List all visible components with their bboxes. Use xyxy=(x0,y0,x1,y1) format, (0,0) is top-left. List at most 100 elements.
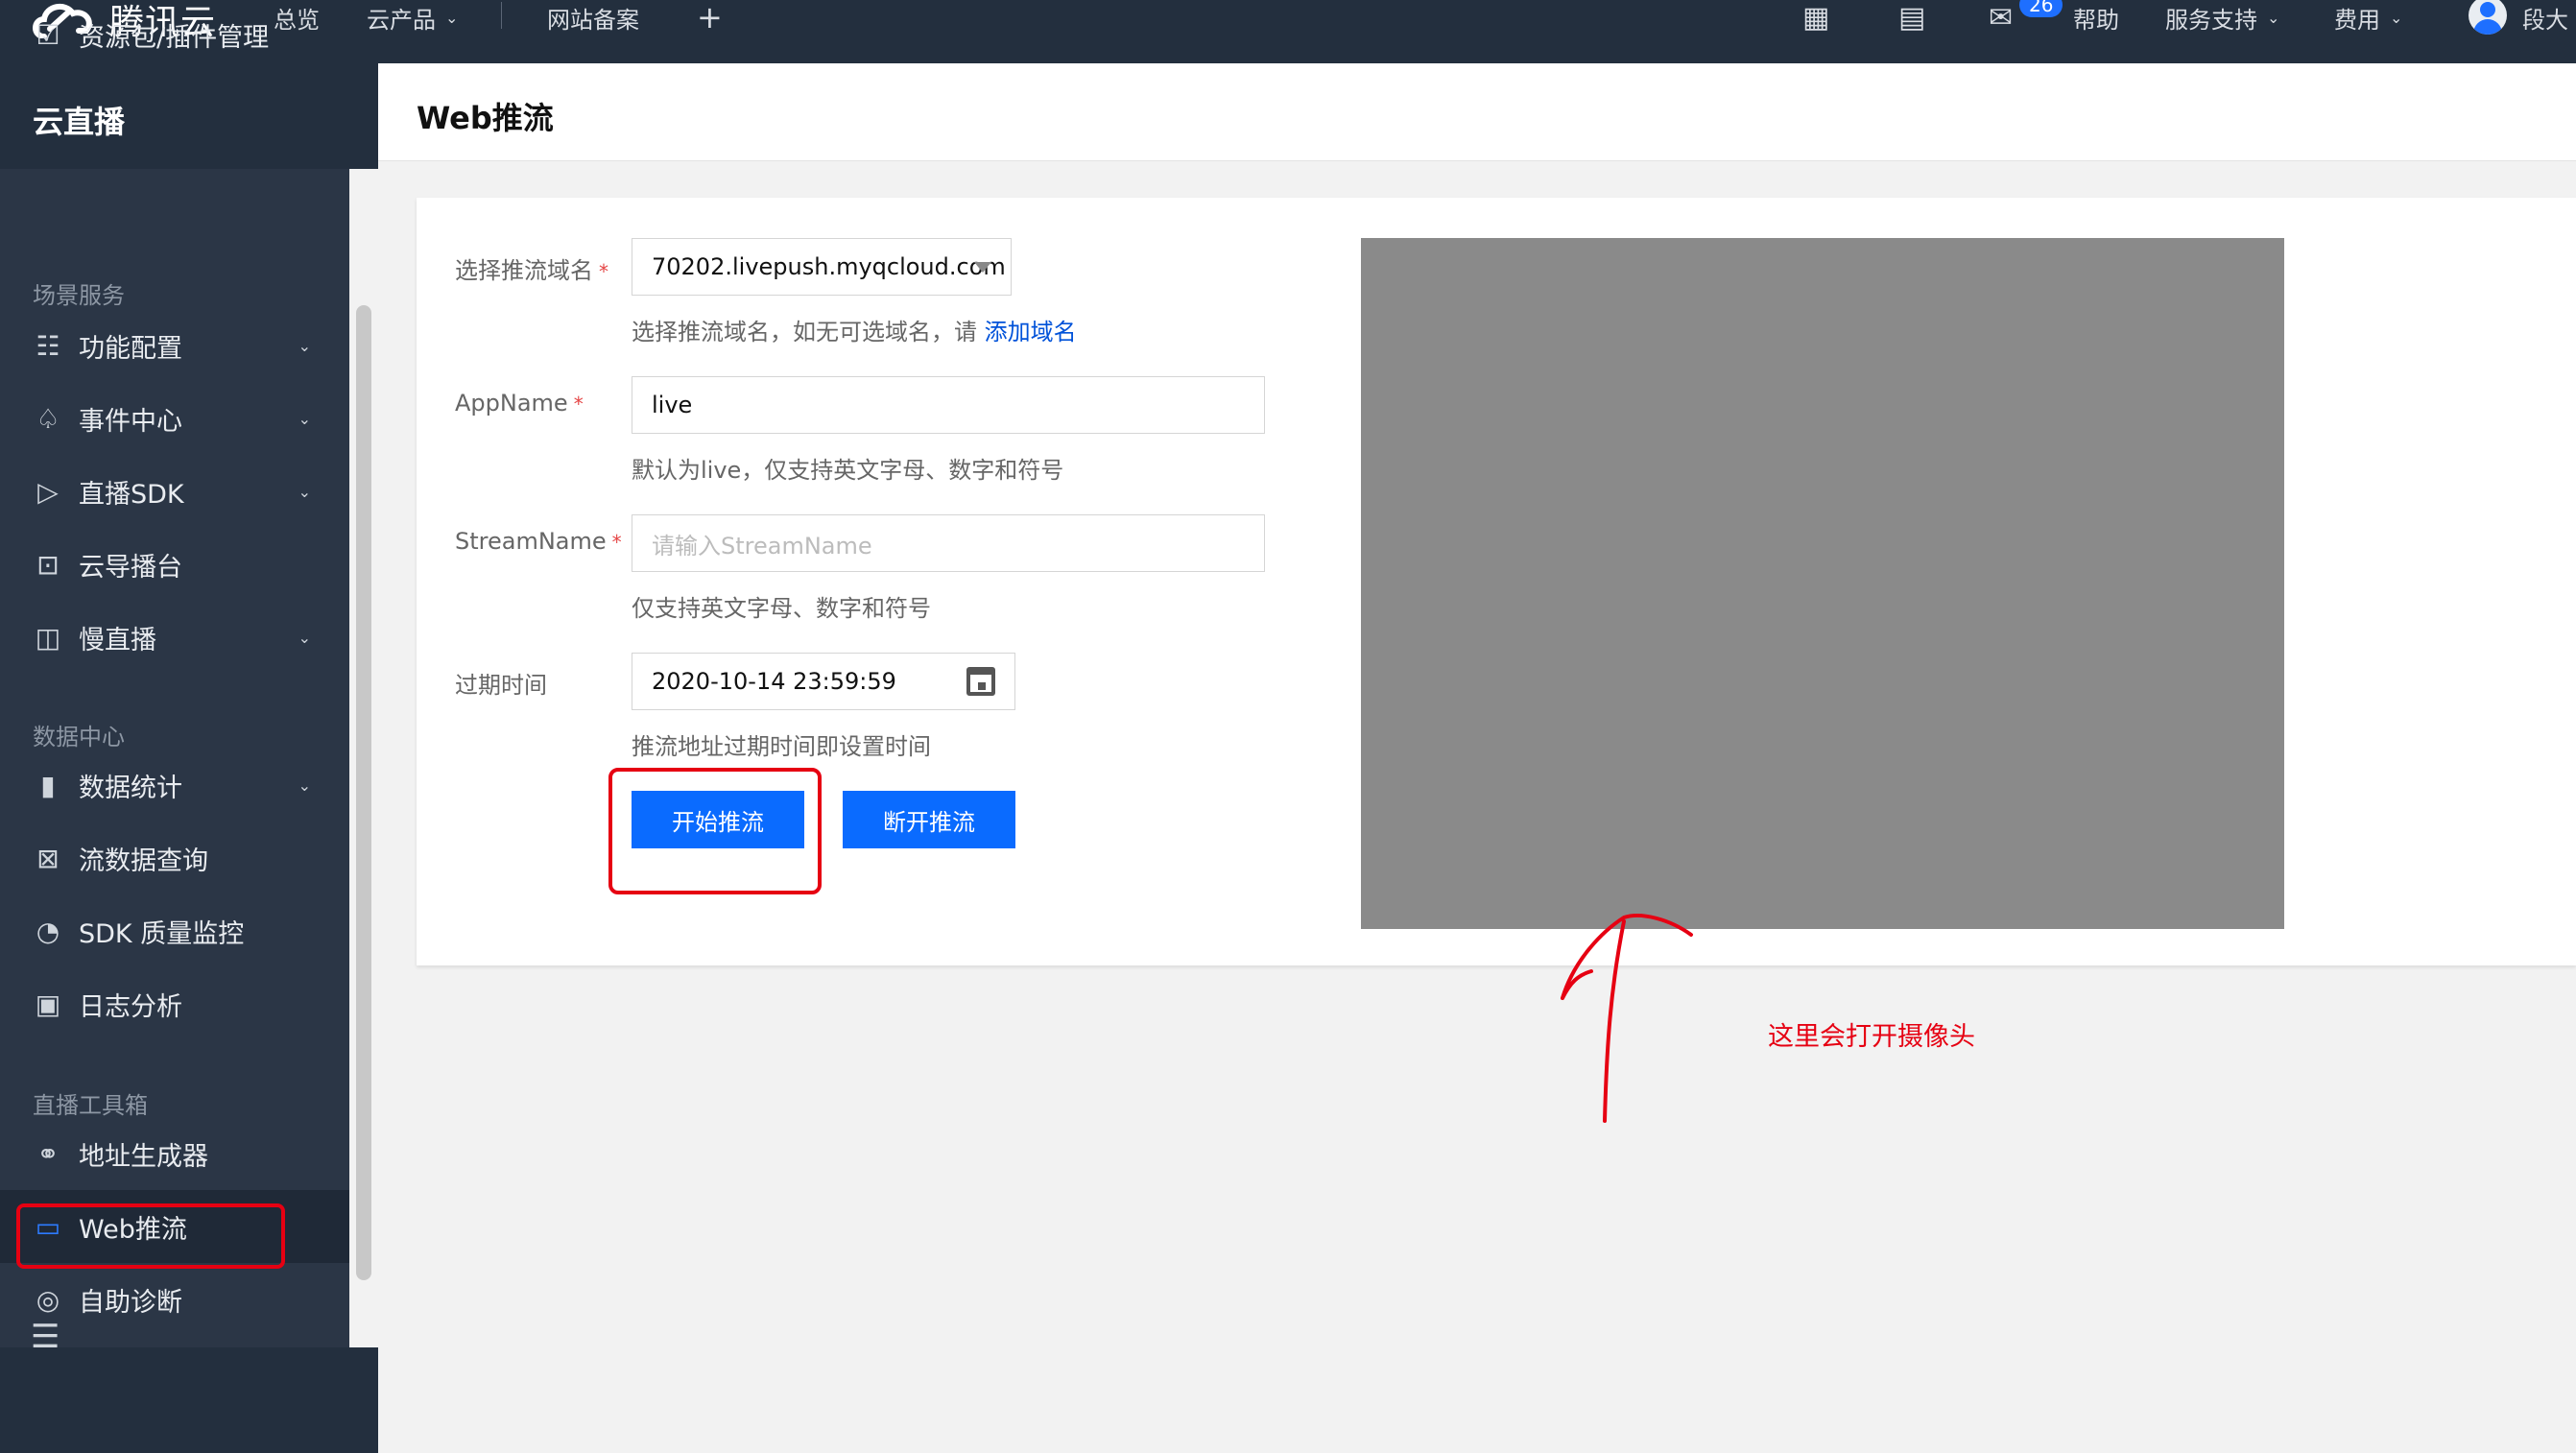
nav-products[interactable]: 云产品 ⌄ xyxy=(367,0,458,35)
gauge-icon: ◔ xyxy=(36,915,60,947)
sidebar-item-label: 功能配置 xyxy=(79,333,182,364)
domain-hint: 选择推流域名，如无可选域名，请 添加域名 xyxy=(632,313,1077,346)
avatar[interactable] xyxy=(2469,0,2507,35)
caret-down-icon xyxy=(974,262,991,273)
highlight-web-push xyxy=(16,1203,285,1269)
sidebar-item-stream-query[interactable]: ⊠ 流数据查询 xyxy=(0,822,349,894)
sidebar-item-label: 事件中心 xyxy=(79,406,182,437)
user-name: 段大 xyxy=(2522,6,2568,34)
line-chart-icon: ⊠ xyxy=(36,842,60,874)
plus-icon: + xyxy=(697,0,723,36)
page-title: Web推流 xyxy=(417,100,554,136)
camera-preview xyxy=(1361,238,2284,929)
appname-input[interactable]: live xyxy=(632,376,1265,434)
sidebar-item-logs[interactable]: ▣ 日志分析 xyxy=(0,967,349,1040)
chevron-down-icon: ⌄ xyxy=(298,336,311,355)
stop-push-button[interactable]: 断开推流 xyxy=(843,791,1015,848)
streamname-placeholder: 请输入StreamName xyxy=(652,532,872,560)
sidebar-item-slow-live[interactable]: ◫ 慢直播 ⌄ xyxy=(0,601,349,674)
link-icon: ⚭ xyxy=(36,1137,60,1170)
sidebar-item-label: 日志分析 xyxy=(79,991,182,1022)
chevron-down-icon: ⌄ xyxy=(298,775,311,795)
top-bar: 腾讯云 总览 云产品 ⌄ 网站备案 + ▦ ▤ ✉ 26 帮助 服务支持 ⌄ 费用 ⌄… xyxy=(0,0,2576,63)
sidebar-scroll-thumb[interactable] xyxy=(356,305,371,1280)
mail-badge: 26 xyxy=(2019,0,2063,17)
sidebar-item-stats[interactable]: ▮ 数据统计 ⌄ xyxy=(0,749,349,822)
annotation-text: 这里会打开摄像头 xyxy=(1768,1022,1975,1052)
domain-label: 选择推流域名 * xyxy=(455,251,608,285)
calendar-icon: ▣ xyxy=(35,988,61,1020)
nav-products-label: 云产品 xyxy=(367,6,436,34)
qrcode-icon[interactable]: ▦ xyxy=(1802,0,1829,35)
sidebar-item-url-generator[interactable]: ⚭ 地址生成器 xyxy=(0,1117,349,1190)
document-icon[interactable]: ▤ xyxy=(1898,0,1925,35)
sidebar-item-label: 云导播台 xyxy=(79,552,182,583)
nav-icp[interactable]: 网站备案 xyxy=(547,0,639,35)
streamname-label: StreamName * xyxy=(455,528,622,555)
nav-icp-label: 网站备案 xyxy=(547,6,639,34)
chevron-down-icon: ⌄ xyxy=(2390,8,2403,27)
sidebar-group-toolbox: 直播工具箱 xyxy=(33,1092,148,1119)
sidebar-group-scenario: 场景服务 xyxy=(33,282,125,309)
nav-user[interactable]: 段大 xyxy=(2522,0,2568,35)
domain-label-text: 选择推流域名 xyxy=(455,257,593,284)
required-mark: * xyxy=(599,260,608,283)
add-domain-link[interactable]: 添加域名 xyxy=(985,319,1077,345)
appname-hint: 默认为live，仅支持英文字母、数字和符号 xyxy=(632,457,1064,484)
chevron-down-icon: ⌄ xyxy=(298,409,311,428)
play-icon: ▷ xyxy=(37,475,59,508)
camera-icon: ◫ xyxy=(35,621,61,654)
streamname-label-text: StreamName xyxy=(455,528,607,555)
sidebar-item-director[interactable]: ⊡ 云导播台 xyxy=(0,528,349,601)
sidebar-item-label: 数据统计 xyxy=(79,773,182,803)
annotation-arrow-icon xyxy=(1561,914,1693,1123)
mail-icon[interactable]: ✉ xyxy=(1989,0,2013,35)
expire-datepicker[interactable]: 2020-10-14 23:59:59 xyxy=(632,653,1015,710)
sidebar-menu: ☑ 资源包/插件管理 场景服务 ☷ 功能配置 ⌄ ♤ 事件中心 ⌄ ▷ 直播SD… xyxy=(0,19,349,1347)
chevron-down-icon: ⌄ xyxy=(445,8,459,27)
sidebar-item-label: 慢直播 xyxy=(79,625,156,655)
nav-help[interactable]: 帮助 xyxy=(2073,0,2119,35)
expire-value: 2020-10-14 23:59:59 xyxy=(652,668,896,695)
nav-add-button[interactable]: + xyxy=(697,0,723,36)
sidebar-item-config[interactable]: ☷ 功能配置 ⌄ xyxy=(0,309,349,382)
sidebar-title: 云直播 xyxy=(33,104,126,140)
sidebar-item-sdk-monitor[interactable]: ◔ SDK 质量监控 xyxy=(0,894,349,967)
expire-label: 过期时间 xyxy=(455,672,547,699)
sidebar-item-label: 地址生成器 xyxy=(79,1141,208,1172)
streamname-input[interactable]: 请输入StreamName xyxy=(632,514,1265,572)
nav-help-label: 帮助 xyxy=(2073,6,2119,34)
diagnose-icon: ◎ xyxy=(36,1283,60,1316)
chevron-down-icon: ⌄ xyxy=(298,628,311,647)
streamname-hint: 仅支持英文字母、数字和符号 xyxy=(632,595,931,622)
sidebar-item-label: 自助诊断 xyxy=(79,1287,182,1318)
appname-value: live xyxy=(652,392,693,418)
nav-support-label: 服务支持 xyxy=(2165,6,2257,34)
collapse-menu-icon[interactable]: ☰ xyxy=(31,1318,60,1356)
page-header: Web推流 xyxy=(378,63,2576,161)
domain-select[interactable]: 70202.livepush.myqcloud.com xyxy=(632,238,1012,296)
nav-billing[interactable]: 费用 ⌄ xyxy=(2334,0,2402,35)
appname-label: AppName * xyxy=(455,390,584,417)
sidebar-item-label: 直播SDK xyxy=(79,479,184,510)
sidebar-item-events[interactable]: ♤ 事件中心 ⌄ xyxy=(0,382,349,455)
domain-select-value: 70202.livepush.myqcloud.com xyxy=(652,253,1006,280)
bell-icon: ♤ xyxy=(36,402,60,435)
required-mark: * xyxy=(573,393,584,416)
monitor-icon: ⊡ xyxy=(36,548,60,581)
chevron-down-icon: ⌄ xyxy=(298,482,311,501)
nav-support[interactable]: 服务支持 ⌄ xyxy=(2165,0,2279,35)
expire-hint: 推流地址过期时间即设置时间 xyxy=(632,733,931,760)
appname-label-text: AppName xyxy=(455,390,568,417)
calendar-icon[interactable] xyxy=(966,667,995,696)
package-icon: ☑ xyxy=(36,18,60,51)
sidebar-item-label: SDK 质量监控 xyxy=(79,918,245,949)
sidebar-item-label: 资源包/插件管理 xyxy=(79,22,270,53)
highlight-start-button xyxy=(608,768,822,894)
sidebar-item-sdk[interactable]: ▷ 直播SDK ⌄ xyxy=(0,455,349,528)
bar-chart-icon: ▮ xyxy=(40,769,56,801)
sidebar-group-data: 数据中心 xyxy=(33,724,125,750)
sidebar-item-resources[interactable]: ☑ 资源包/插件管理 xyxy=(0,0,349,71)
sidebar-item-label: 流数据查询 xyxy=(79,846,208,876)
sliders-icon: ☷ xyxy=(36,329,60,362)
